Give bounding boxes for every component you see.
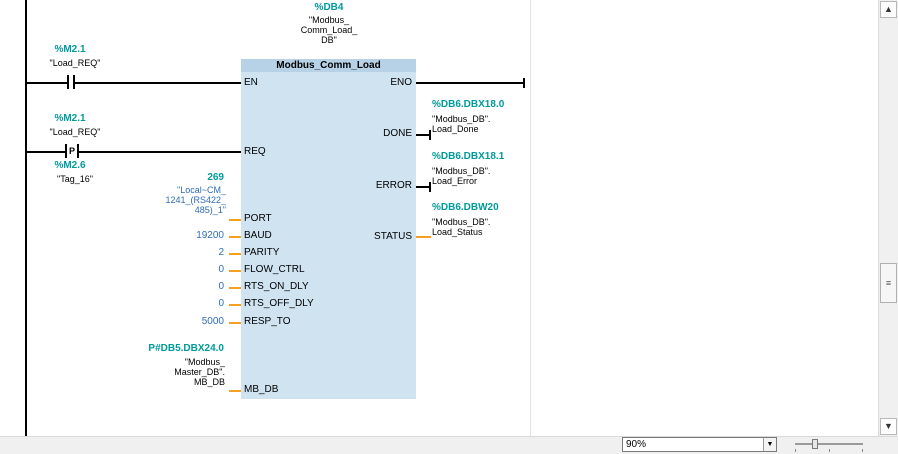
- edge-bit-name: "Tag_16": [57, 174, 93, 184]
- mb-db-address[interactable]: P#DB5.DBX24.0: [130, 343, 224, 355]
- en-contact-name: "Load_REQ": [49, 58, 101, 68]
- resp-to-wire: [229, 322, 241, 324]
- pin-rts-off-dly: RTS_OFF_DLY: [244, 298, 314, 309]
- done-name[interactable]: "Modbus_DB". Load_Done: [432, 114, 490, 134]
- function-block-title: Modbus_Comm_Load: [241, 59, 416, 72]
- req-rung-wire-right: [79, 151, 241, 153]
- baud-value[interactable]: 19200: [150, 230, 224, 242]
- zoom-value: 90%: [626, 439, 647, 450]
- pin-flow-ctrl: FLOW_CTRL: [244, 264, 305, 275]
- instance-db-address: %DB4: [314, 2, 344, 13]
- req-contact-address: %M2.1: [54, 113, 86, 124]
- mb-db-wire: [229, 390, 241, 392]
- contact-en[interactable]: [67, 75, 75, 89]
- eno-wire-end: [523, 78, 525, 88]
- done-address[interactable]: %DB6.DBX18.0: [432, 99, 504, 111]
- flow-ctrl-value[interactable]: 0: [150, 264, 224, 276]
- chevron-up-icon: ▲: [884, 4, 893, 14]
- function-block-modbus-comm-load[interactable]: [241, 59, 416, 399]
- pin-req: REQ: [244, 146, 266, 157]
- en-rung-wire-left: [27, 82, 67, 84]
- error-wire-end: [429, 182, 431, 192]
- req-contact-name: "Load_REQ": [49, 127, 101, 137]
- pin-en: EN: [244, 77, 258, 88]
- zoom-slider-tick: [829, 449, 830, 452]
- scrollbar-thumb[interactable]: ≡: [880, 263, 897, 303]
- zoom-dropdown[interactable]: 90% ▼: [622, 437, 777, 452]
- rts-on-dly-value[interactable]: 0: [150, 281, 224, 293]
- baud-wire: [229, 236, 241, 238]
- rts-off-dly-value[interactable]: 0: [150, 298, 224, 310]
- pin-baud: BAUD: [244, 230, 272, 241]
- grip-icon: ≡: [885, 278, 892, 288]
- status-name[interactable]: "Modbus_DB". Load_Status: [432, 217, 490, 237]
- pin-status: STATUS: [374, 231, 412, 242]
- scroll-down-button[interactable]: ▼: [880, 418, 897, 435]
- error-wire: [416, 186, 430, 188]
- status-wire: [416, 236, 431, 238]
- pin-error: ERROR: [375, 180, 412, 191]
- flow-ctrl-wire: [229, 270, 241, 272]
- pin-eno: ENO: [390, 77, 412, 88]
- instance-db-name: "Modbus_ Comm_Load_ DB": [300, 15, 358, 45]
- req-rung-wire-left: [27, 151, 65, 153]
- scroll-up-button[interactable]: ▲: [880, 1, 897, 18]
- error-name[interactable]: "Modbus_DB". Load_Error: [432, 166, 490, 186]
- zoom-slider-tick: [795, 449, 796, 452]
- edge-bit-address: %M2.6: [54, 160, 86, 171]
- contact-req-pos-edge[interactable]: P: [65, 144, 79, 158]
- pin-port: PORT: [244, 213, 272, 224]
- resp-to-value[interactable]: 5000: [150, 316, 224, 328]
- eno-wire: [416, 82, 524, 84]
- en-rung-wire-right: [75, 82, 241, 84]
- done-wire-end: [429, 130, 431, 140]
- port-value[interactable]: 269: [150, 172, 224, 184]
- zoom-slider-tick: [862, 449, 863, 452]
- vertical-scrollbar[interactable]: [878, 0, 898, 436]
- parity-wire: [229, 253, 241, 255]
- zoom-slider-knob[interactable]: [812, 439, 818, 449]
- error-address[interactable]: %DB6.DBX18.1: [432, 151, 504, 163]
- pin-rts-on-dly: RTS_ON_DLY: [244, 281, 309, 292]
- dropdown-arrow-icon[interactable]: ▼: [763, 438, 776, 451]
- parity-value[interactable]: 2: [150, 247, 224, 259]
- pin-done: DONE: [383, 128, 412, 139]
- mb-db-name[interactable]: "Modbus_ Master_DB". MB_DB: [130, 357, 225, 387]
- pin-resp-to: RESP_TO: [244, 316, 291, 327]
- port-wire: [229, 219, 241, 221]
- pin-mb-db: MB_DB: [244, 384, 279, 395]
- power-rail: [25, 0, 27, 436]
- status-address[interactable]: %DB6.DBW20: [432, 202, 499, 214]
- ladder-editor-canvas[interactable]: %M2.1 "Load_REQ" P %M2.1 "Load_REQ" %M2.…: [0, 0, 878, 436]
- rts-on-dly-wire: [229, 287, 241, 289]
- rts-off-dly-wire: [229, 304, 241, 306]
- network-separator: [530, 0, 531, 436]
- zoom-slider-track[interactable]: [795, 443, 863, 445]
- done-wire: [416, 134, 430, 136]
- port-hw-name[interactable]: "Local~CM_ 1241_(RS422_ 485)_1": [130, 185, 226, 215]
- pin-parity: PARITY: [244, 247, 280, 258]
- chevron-down-icon: ▼: [884, 421, 893, 431]
- en-contact-address: %M2.1: [54, 44, 86, 55]
